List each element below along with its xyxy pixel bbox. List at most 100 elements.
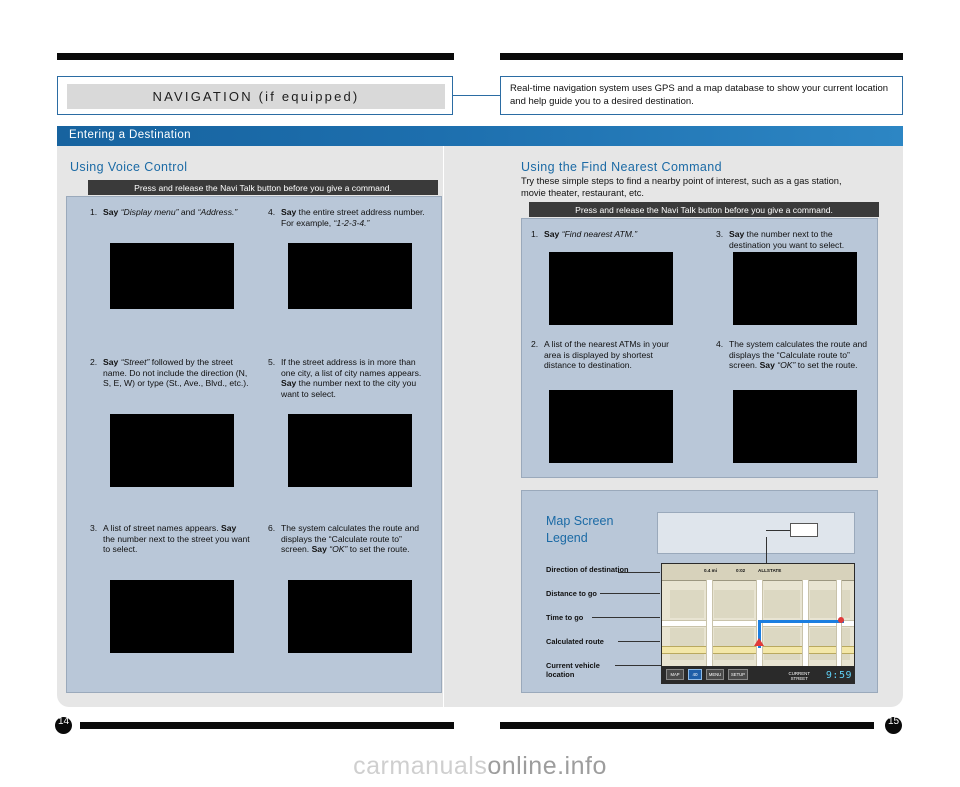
map-block <box>764 628 800 660</box>
section-band-title: Entering a Destination <box>69 129 191 141</box>
left-step-4: 4. Say the entire street address number.… <box>268 207 428 228</box>
map-legend-callout-chip <box>790 523 818 537</box>
right-column-paragraph: Try these simple steps to find a nearby … <box>521 176 842 198</box>
site-watermark: carmanualsonline.info <box>0 752 960 781</box>
page-number-right: 15 <box>888 716 899 727</box>
page-number-right-text: 15 <box>888 716 900 727</box>
right-screenshot-2 <box>549 390 673 463</box>
left-screenshot-5 <box>288 414 412 487</box>
right-screenshot-1 <box>549 252 673 325</box>
watermark-part-b: online.info <box>487 752 607 780</box>
map-current-street: CURRENT STREET <box>789 671 810 681</box>
legend-leader-2 <box>592 617 660 618</box>
map-current-street-line2: STREET <box>790 676 808 681</box>
right-step-4: 4. The system calculates the route and d… <box>716 339 874 371</box>
left-column-heading: Using Voice Control <box>70 160 188 174</box>
left-step-5-text: If the street address is in more than on… <box>281 357 422 399</box>
manual-page: NAVIGATION (if equipped) Real-time navig… <box>0 0 960 787</box>
right-screenshot-4 <box>733 390 857 463</box>
left-step-6: 6. The system calculates the route and d… <box>268 523 430 555</box>
right-step-1-text: Say “Find nearest ATM.” <box>544 229 638 239</box>
legend-leader-0 <box>618 572 660 573</box>
left-step-5: 5. If the street address is in more than… <box>268 357 430 399</box>
map-block <box>764 590 800 618</box>
left-step-6-number: 6. <box>268 523 276 533</box>
left-step-1: 1. Say “Display menu” and “Address.” <box>90 207 250 218</box>
left-step-1-text: Say “Display menu” and “Address.” <box>103 207 238 217</box>
left-step-4-text: Say the entire street address number. Fo… <box>281 207 425 228</box>
page-title-plate: NAVIGATION (if equipped) <box>67 84 445 109</box>
map-block <box>714 590 754 618</box>
map-vehicle-arrow <box>754 638 764 646</box>
right-step-3: 3. Say the number next to the destinatio… <box>716 229 871 250</box>
left-step-2-text: Say “Street” followed by the street name… <box>103 357 249 389</box>
callout-connector-horizontal <box>766 530 790 531</box>
map-time-label: 0:02 <box>736 568 746 573</box>
right-step-1-number: 1. <box>531 229 539 239</box>
map-road-v <box>706 580 713 668</box>
map-chip-menu[interactable]: MENU <box>706 669 724 680</box>
intro-box: Real-time navigation system uses GPS and… <box>500 76 903 115</box>
right-step-2-number: 2. <box>531 339 539 349</box>
map-block <box>670 628 704 660</box>
map-legend-title-line1: Map Screen <box>546 514 614 528</box>
footer-rule-left <box>80 722 454 729</box>
left-step-3-number: 3. <box>90 523 98 533</box>
left-instruction-bar: Press and release the Navi Talk button b… <box>88 180 438 195</box>
legend-leader-3 <box>618 641 660 642</box>
map-block <box>714 628 754 660</box>
map-block <box>670 590 704 618</box>
left-step-6-text: The system calculates the route and disp… <box>281 523 420 555</box>
left-screenshot-3 <box>110 580 234 653</box>
left-step-5-number: 5. <box>268 357 276 367</box>
map-route-segment <box>758 620 844 623</box>
map-block <box>810 628 850 660</box>
right-step-4-text: The system calculates the route and disp… <box>729 339 868 371</box>
left-step-3: 3. A list of street names appears. Say t… <box>90 523 250 555</box>
left-screenshot-4 <box>288 243 412 309</box>
right-step-4-number: 4. <box>716 339 724 349</box>
watermark-part-a: carmanuals <box>353 752 488 780</box>
left-step-2: 2. Say “Street” followed by the street n… <box>90 357 250 389</box>
right-step-2-text: A list of the nearest ATMs in your area … <box>544 339 669 371</box>
navigation-map-screenshot: 0.4 mi 0:02 ALLSTATE MAP 40 MENU SETUP C… <box>661 563 855 684</box>
page-title: NAVIGATION (if equipped) <box>152 89 360 104</box>
map-destination-marker <box>838 617 844 623</box>
map-chip-setup[interactable]: SETUP <box>728 669 748 680</box>
top-rule-left <box>57 53 454 60</box>
map-legend-title: Map Screen Legend <box>546 513 613 547</box>
right-step-2: 2. A list of the nearest ATMs in your ar… <box>531 339 686 371</box>
map-clock: 9:59 <box>825 670 852 681</box>
right-step-3-number: 3. <box>716 229 724 239</box>
section-band: Entering a Destination <box>57 126 903 146</box>
map-road-v <box>802 580 809 668</box>
intro-text: Real-time navigation system uses GPS and… <box>510 83 889 107</box>
map-chip-speed: 40 <box>688 669 702 680</box>
left-step-3-text: A list of street names appears. Say the … <box>103 523 250 555</box>
legend-item-4: Current vehicle location <box>546 661 600 679</box>
left-screenshot-2 <box>110 414 234 487</box>
left-step-2-number: 2. <box>90 357 98 367</box>
right-screenshot-3 <box>733 252 857 325</box>
map-legend-title-line2: Legend <box>546 531 588 545</box>
left-screenshot-1 <box>110 243 234 309</box>
page-title-frame: NAVIGATION (if equipped) <box>57 76 453 115</box>
map-chip-map[interactable]: MAP <box>666 669 684 680</box>
map-distance-label: 0.4 mi <box>704 568 718 573</box>
left-screenshot-6 <box>288 580 412 653</box>
map-street-label: ALLSTATE <box>758 568 782 573</box>
legend-leader-1 <box>600 593 660 594</box>
map-block <box>810 590 850 618</box>
map-road-v <box>836 580 842 668</box>
right-instruction-bar: Press and release the Navi Talk button b… <box>529 202 879 217</box>
map-legend-callout-box <box>657 512 855 554</box>
page-number-left-text: 14 <box>58 716 70 727</box>
footer-rule-right <box>500 722 874 729</box>
right-column-heading: Using the Find Nearest Command <box>521 160 722 174</box>
left-step-4-number: 4. <box>268 207 276 217</box>
right-step-3-text: Say the number next to the destination y… <box>729 229 845 250</box>
left-step-1-number: 1. <box>90 207 98 217</box>
top-rule-right <box>500 53 903 60</box>
page-number-left: 14 <box>58 716 69 727</box>
panel-divider <box>443 146 444 707</box>
